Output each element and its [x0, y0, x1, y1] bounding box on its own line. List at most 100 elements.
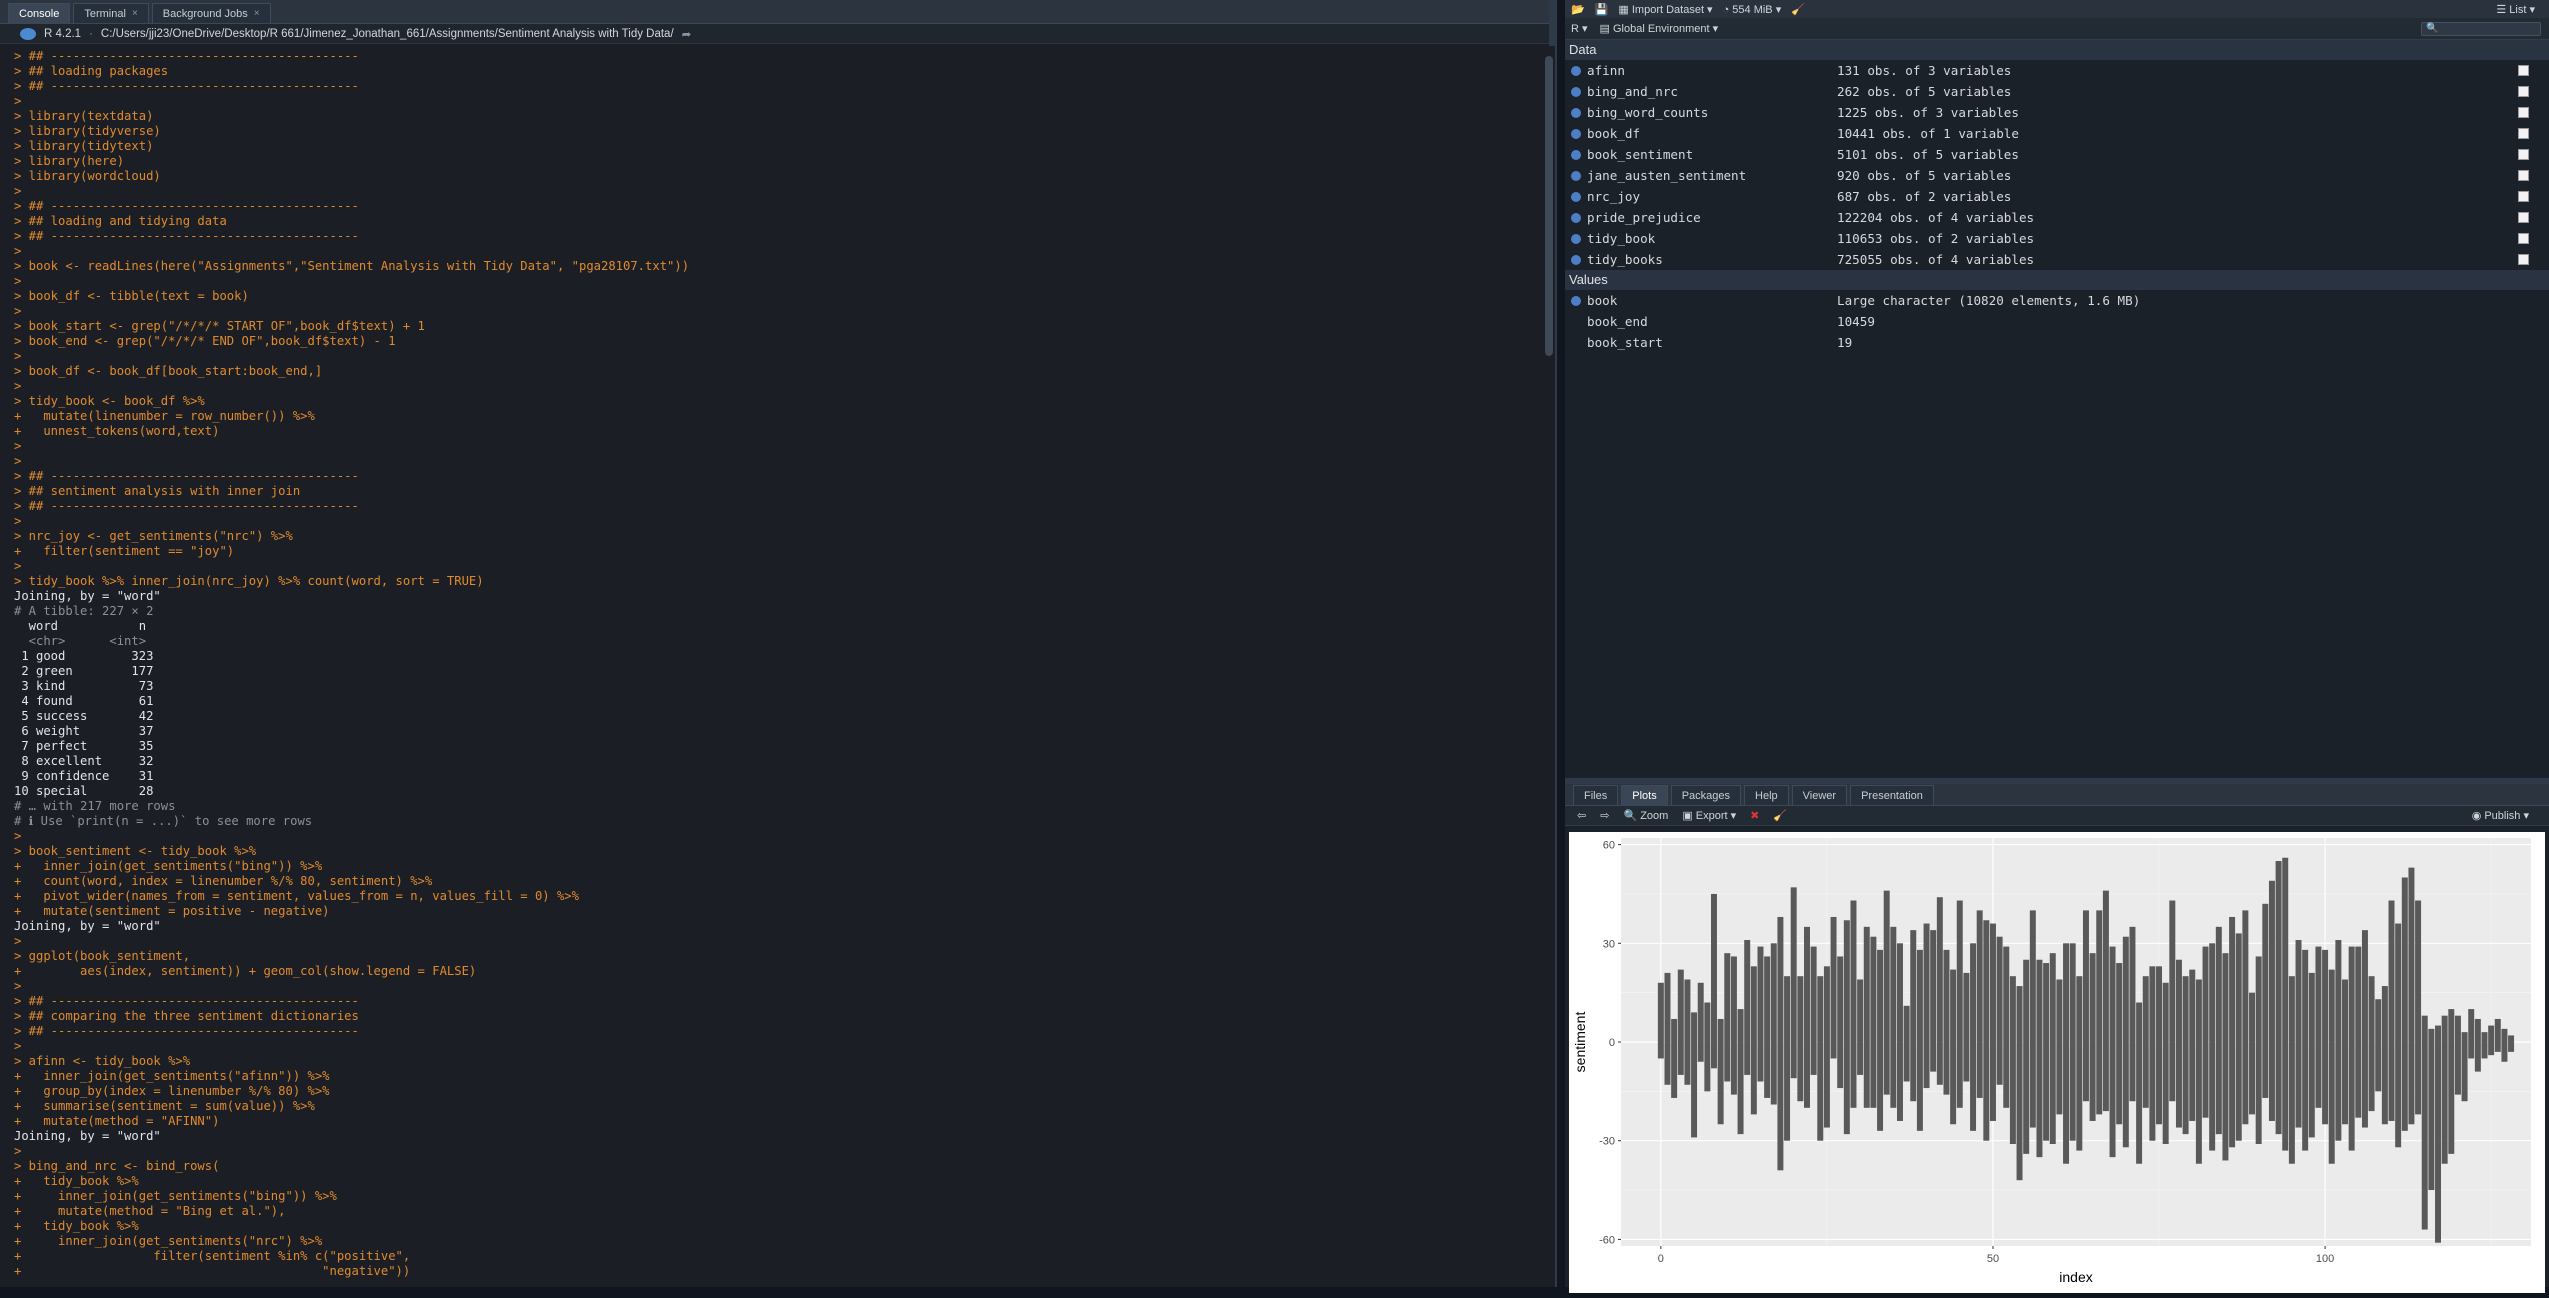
view-data-icon[interactable]: [2518, 65, 2529, 76]
bar: [1704, 1002, 1711, 1092]
bar: [1950, 969, 1957, 1125]
expand-icon[interactable]: [1571, 86, 1581, 97]
expand-icon[interactable]: [1571, 233, 1581, 244]
bar: [1857, 979, 1864, 1075]
expand-icon[interactable]: [1571, 191, 1581, 202]
goto-dir-icon[interactable]: ➦: [682, 27, 692, 41]
bar: [2049, 953, 2056, 1144]
view-data-icon[interactable]: [2518, 149, 2529, 160]
console-line: > ## -----------------------------------…: [14, 199, 359, 213]
bar: [2016, 986, 2023, 1181]
import-dataset-button[interactable]: ▦ Import Dataset ▾: [1618, 3, 1712, 16]
bar: [2142, 976, 2149, 1108]
tab-help[interactable]: Help: [1744, 785, 1789, 805]
save-icon[interactable]: 💾: [1595, 3, 1609, 16]
view-data-icon[interactable]: [2518, 233, 2529, 244]
console-line: >: [14, 979, 22, 993]
console-scrollbar-thumb[interactable]: [1545, 56, 1553, 356]
view-data-icon[interactable]: [2518, 254, 2529, 265]
back-arrow-icon[interactable]: ⇦: [1577, 809, 1586, 822]
bar: [2441, 1015, 2448, 1164]
close-tab-icon[interactable]: ×: [254, 8, 260, 19]
console-line: >: [14, 304, 22, 318]
bar: [1677, 969, 1684, 1075]
console-path-bar: R 4.2.1 · C:/Users/jji23/OneDrive/Deskto…: [0, 24, 1549, 44]
expand-icon[interactable]: [1571, 254, 1581, 265]
bar: [1764, 956, 1771, 1098]
env-row-afinn[interactable]: afinn 131 obs. of 3 variables: [1565, 60, 2549, 81]
env-row-tidy-book[interactable]: tidy_book 110653 obs. of 2 variables: [1565, 228, 2549, 249]
env-row-tidy-books[interactable]: tidy_books 725055 obs. of 4 variables: [1565, 249, 2549, 270]
view-mode-select[interactable]: ☰ List ▾: [2496, 3, 2535, 16]
env-row-bing-and-nrc[interactable]: bing_and_nrc 262 obs. of 5 variables: [1565, 81, 2549, 102]
env-object-value: 131 obs. of 3 variables: [1837, 63, 2012, 78]
bar: [2202, 946, 2209, 1118]
memory-usage-button[interactable]: ◔ 554 MiB ▾: [1723, 3, 1782, 16]
console-line: >: [14, 244, 22, 258]
env-row-book[interactable]: book Large character (10820 elements, 1.6…: [1565, 290, 2549, 311]
console-output[interactable]: > ## -----------------------------------…: [0, 46, 1540, 1287]
y-tick-label: -60: [1599, 1234, 1615, 1246]
tab-background-jobs[interactable]: Background Jobs ×: [151, 3, 271, 23]
forward-arrow-icon[interactable]: ⇨: [1600, 809, 1609, 822]
open-icon[interactable]: 📂: [1571, 3, 1585, 16]
r-logo-icon: [20, 27, 36, 40]
zoom-button[interactable]: 🔍 Zoom: [1623, 809, 1668, 822]
env-row-book-sentiment[interactable]: book_sentiment 5101 obs. of 5 variables: [1565, 144, 2549, 165]
tab-console[interactable]: Console: [8, 3, 71, 23]
console-line: 7 perfect 35: [14, 739, 154, 753]
broom-icon[interactable]: 🧹: [1791, 3, 1805, 16]
expand-icon[interactable]: [1571, 212, 1581, 223]
tab-viewer[interactable]: Viewer: [1791, 785, 1848, 805]
environment-search-input[interactable]: 🔍: [2421, 21, 2541, 36]
expand-icon[interactable]: [1571, 170, 1581, 181]
bar: [1657, 982, 1664, 1059]
bar: [2415, 900, 2422, 1115]
view-data-icon[interactable]: [2518, 107, 2529, 118]
env-row-nrc-joy[interactable]: nrc_joy 687 obs. of 2 variables: [1565, 186, 2549, 207]
view-data-icon[interactable]: [2518, 86, 2529, 97]
environment-select[interactable]: ▤ Global Environment ▾: [1600, 22, 1719, 35]
env-row-book-end[interactable]: book_end 10459: [1565, 311, 2549, 332]
y-tick-label: 0: [1609, 1037, 1615, 1049]
bar: [1883, 890, 1890, 1095]
language-select[interactable]: R ▾: [1571, 22, 1588, 35]
x-axis-label: index: [2059, 1269, 2092, 1285]
export-button[interactable]: ▣ Export ▾: [1682, 809, 1736, 822]
view-data-icon[interactable]: [2518, 128, 2529, 139]
bar: [2361, 930, 2368, 1128]
publish-button[interactable]: ◉ Publish ▾: [2472, 809, 2529, 822]
working-directory-label[interactable]: C:/Users/jji23/OneDrive/Desktop/R 661/Ji…: [101, 28, 674, 40]
tab-terminal[interactable]: Terminal ×: [73, 3, 149, 23]
expand-icon[interactable]: [1571, 149, 1581, 160]
expand-icon[interactable]: [1571, 107, 1581, 118]
expand-icon[interactable]: [1571, 128, 1581, 139]
console-scrollbar[interactable]: [1543, 46, 1555, 1287]
view-data-icon[interactable]: [2518, 191, 2529, 202]
close-tab-icon[interactable]: ×: [132, 8, 138, 19]
env-row-pride-prejudice[interactable]: pride_prejudice 122204 obs. of 4 variable…: [1565, 207, 2549, 228]
clear-plots-icon[interactable]: 🧹: [1773, 809, 1787, 822]
view-data-icon[interactable]: [2518, 170, 2529, 181]
env-row-jane-austen-sentiment[interactable]: jane_austen_sentiment 920 obs. of 5 varia…: [1565, 165, 2549, 186]
tab-label: Console: [19, 7, 60, 20]
console-line: >: [14, 94, 22, 108]
tab-plots[interactable]: Plots: [1621, 785, 1668, 805]
console-line: > book_sentiment <- tidy_book %>%: [14, 844, 257, 858]
bar: [2381, 986, 2388, 1125]
expand-icon[interactable]: [1571, 295, 1581, 306]
bar: [1863, 926, 1870, 1108]
console-line: > bing_and_nrc <- bind_rows(: [14, 1159, 220, 1173]
env-row-book-df[interactable]: book_df 10441 obs. of 1 variable: [1565, 123, 2549, 144]
expand-icon[interactable]: [1571, 65, 1581, 76]
tab-presentation[interactable]: Presentation: [1850, 785, 1934, 805]
view-data-icon[interactable]: [2518, 212, 2529, 223]
env-row-book-start[interactable]: book_start 19: [1565, 332, 2549, 353]
tab-packages[interactable]: Packages: [1670, 785, 1742, 805]
tab-files[interactable]: Files: [1573, 785, 1619, 805]
remove-plot-icon[interactable]: ✖: [1750, 809, 1759, 822]
bar: [2175, 959, 2182, 1128]
env-row-bing-word-counts[interactable]: bing_word_counts 1225 obs. of 3 variables: [1565, 102, 2549, 123]
bar: [2023, 959, 2030, 1154]
bar: [1930, 930, 1937, 1072]
